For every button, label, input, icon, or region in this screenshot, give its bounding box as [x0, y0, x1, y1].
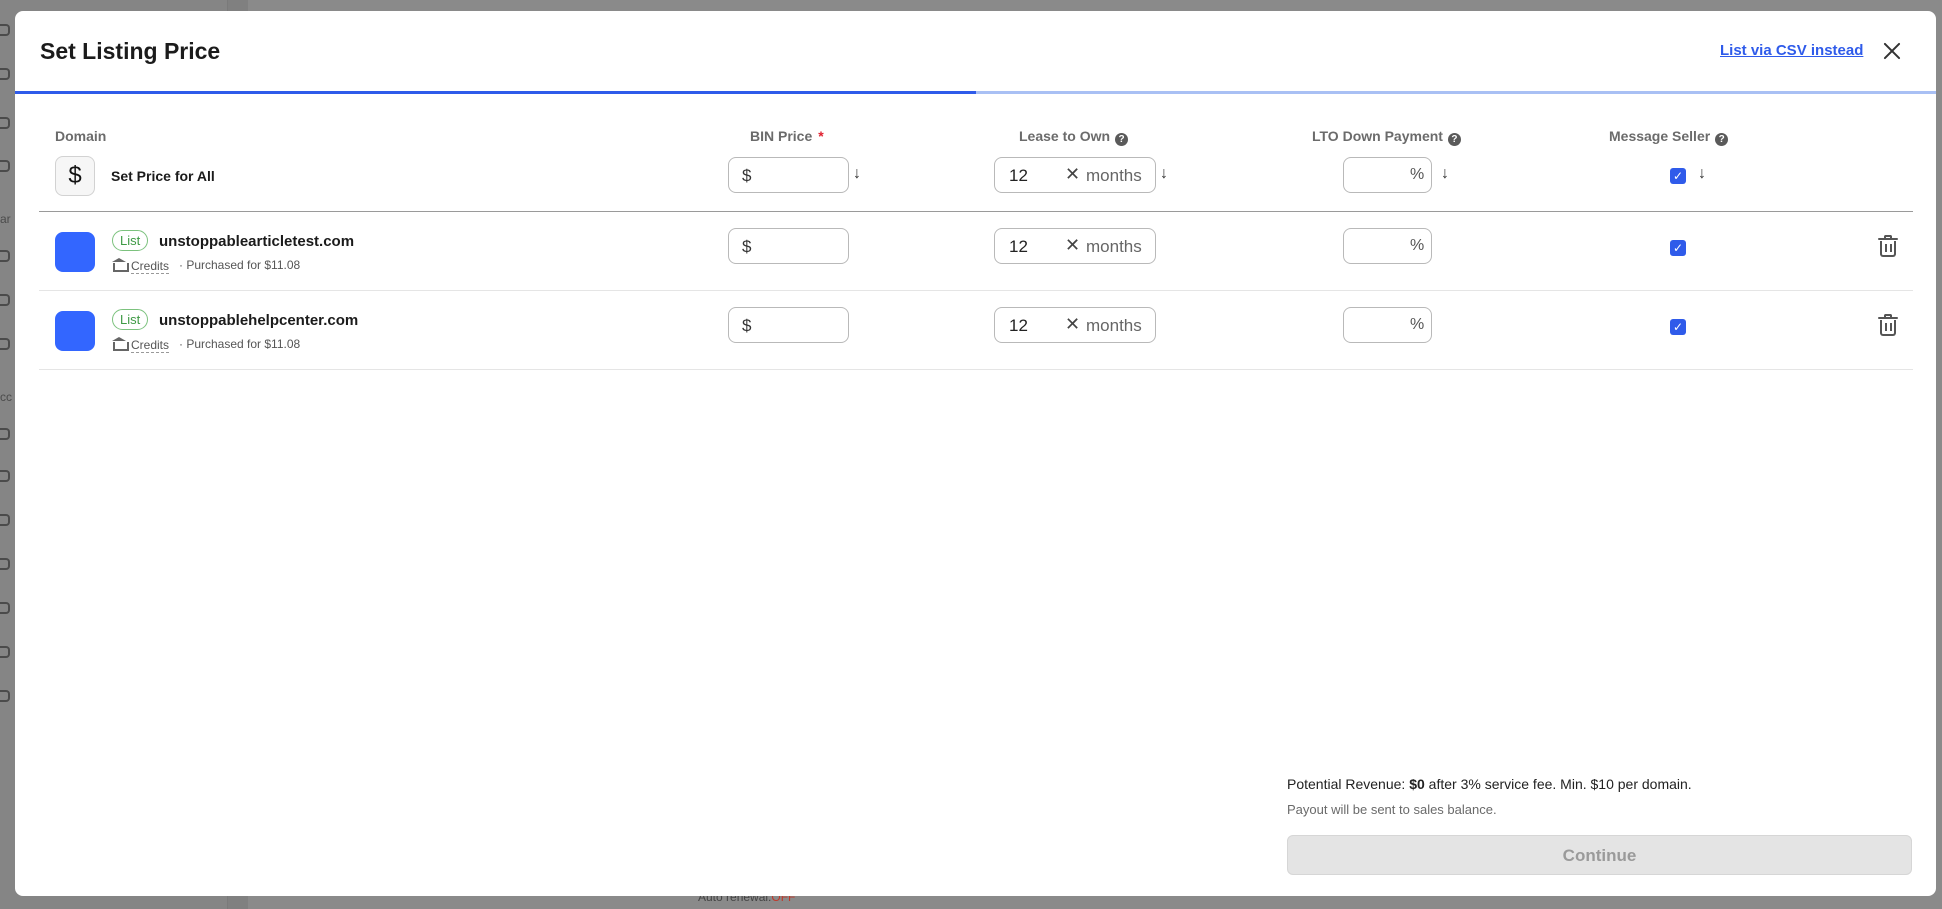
payment-method-label: Credits — [131, 259, 170, 274]
background-rail-text: cc — [0, 390, 12, 404]
down-payment-input[interactable]: % — [1343, 228, 1432, 264]
bank-icon — [112, 337, 129, 351]
background-rail-text: ar — [0, 212, 11, 226]
background-rail-icon — [0, 24, 10, 36]
trash-icon[interactable] — [1878, 235, 1898, 257]
row-divider — [39, 369, 1913, 370]
background-rail-icon — [0, 117, 10, 129]
apply-lto-to-all-arrow-icon[interactable]: ↓ — [1160, 165, 1168, 183]
percent-sign: % — [1410, 166, 1425, 183]
message-seller-checkbox[interactable]: ✓ — [1670, 240, 1686, 256]
help-icon[interactable]: ? — [1115, 133, 1129, 146]
lto-unit-label: months — [1086, 316, 1142, 335]
clear-icon[interactable]: ✕ — [1065, 235, 1080, 256]
purchased-price-label: · Purchased for $11.08 — [179, 337, 301, 351]
bin-price-input[interactable]: $ — [728, 307, 849, 343]
column-header-bin-price: BIN Price * — [750, 128, 824, 144]
down-payment-input[interactable]: % — [1343, 307, 1432, 343]
column-header-lto-down-payment: LTO Down Payment? — [1312, 128, 1461, 146]
close-icon[interactable] — [1879, 38, 1905, 64]
percent-sign: % — [1410, 316, 1425, 333]
message-seller-checkbox[interactable]: ✓ — [1670, 319, 1686, 335]
column-header-lease-to-own-label: Lease to Own — [1019, 128, 1111, 144]
apply-message-seller-to-all-arrow-icon[interactable]: ↓ — [1698, 165, 1706, 183]
background-rail-icon — [0, 160, 10, 172]
background-rail-icon — [0, 646, 10, 658]
lto-unit-label: months — [1086, 237, 1142, 256]
background-rail-icon — [0, 602, 10, 614]
trash-icon[interactable] — [1878, 314, 1898, 336]
payout-note: Payout will be sent to sales balance. — [1287, 802, 1497, 817]
background-rail-icon — [0, 294, 10, 306]
background-rail-icon — [0, 690, 10, 702]
revenue-label: Potential Revenue: — [1287, 776, 1406, 792]
revenue-suffix: after 3% service fee. Min. $10 per domai… — [1428, 776, 1692, 792]
progress-fill — [15, 91, 976, 94]
payment-method-label: Credits — [131, 338, 170, 353]
column-header-domain-label: Domain — [55, 128, 107, 144]
apply-down-payment-to-all-arrow-icon[interactable]: ↓ — [1441, 165, 1449, 183]
set-all-lto-input[interactable]: 12 ✕ months — [994, 157, 1156, 193]
domain-name: unstoppablehelpcenter.com — [159, 312, 359, 329]
set-listing-price-modal: Set Listing Price List via CSV instead D… — [15, 11, 1936, 896]
lto-months-value[interactable]: 12 — [1009, 316, 1028, 336]
bin-price-input[interactable]: $ — [728, 228, 849, 264]
background-rail-icon — [0, 514, 10, 526]
row-divider — [39, 211, 1913, 212]
background-rail-icon — [0, 68, 10, 80]
progress-track — [15, 91, 1936, 94]
dollar-icon: $ — [55, 156, 95, 196]
lto-unit-label: months — [1086, 166, 1142, 185]
background-rail-icon — [0, 428, 10, 440]
set-all-message-seller-checkbox[interactable]: ✓ — [1670, 168, 1686, 184]
background-rail-icon — [0, 558, 10, 570]
domain-avatar — [55, 311, 95, 351]
column-header-bin-price-label: BIN Price — [750, 128, 813, 144]
continue-button[interactable]: Continue — [1287, 835, 1912, 875]
row-divider — [39, 290, 1913, 291]
domain-avatar — [55, 232, 95, 272]
lto-months-value[interactable]: 12 — [1009, 237, 1028, 257]
clear-icon[interactable]: ✕ — [1065, 314, 1080, 335]
clear-icon[interactable]: ✕ — [1065, 164, 1080, 185]
list-via-csv-link[interactable]: List via CSV instead — [1720, 42, 1863, 59]
domain-name: unstoppablearticletest.com — [159, 233, 355, 250]
list-badge[interactable]: List — [112, 309, 149, 330]
modal-header: Set Listing Price List via CSV instead — [15, 11, 1936, 94]
help-icon[interactable]: ? — [1447, 133, 1461, 146]
column-header-message-seller: Message Seller? — [1609, 128, 1729, 146]
set-all-price-input[interactable]: $ — [728, 157, 849, 193]
lto-months-value[interactable]: 12 — [1009, 166, 1028, 186]
column-header-message-seller-label: Message Seller — [1609, 128, 1711, 144]
background-rail-icon — [0, 250, 10, 262]
modal-title: Set Listing Price — [40, 38, 221, 64]
purchased-price-label: · Purchased for $11.08 — [179, 258, 301, 272]
background-rail-icon — [0, 470, 10, 482]
column-header-lease-to-own: Lease to Own? — [1019, 128, 1129, 146]
currency-symbol: $ — [742, 237, 752, 256]
potential-revenue-text: Potential Revenue: $0 after 3% service f… — [1287, 776, 1692, 792]
help-icon[interactable]: ? — [1715, 133, 1729, 146]
currency-symbol: $ — [742, 316, 752, 335]
required-mark: * — [818, 128, 824, 144]
lto-months-input[interactable]: 12 ✕ months — [994, 307, 1156, 343]
set-price-for-all-label: Set Price for All — [111, 168, 215, 184]
list-badge[interactable]: List — [112, 230, 149, 251]
revenue-value: $0 — [1409, 776, 1425, 792]
background-rail-icon — [0, 338, 10, 350]
apply-price-to-all-arrow-icon[interactable]: ↓ — [853, 165, 861, 183]
currency-symbol: $ — [742, 166, 752, 185]
bank-icon — [112, 258, 129, 272]
lto-months-input[interactable]: 12 ✕ months — [994, 228, 1156, 264]
column-header-domain: Domain — [55, 128, 106, 144]
column-header-lto-down-payment-label: LTO Down Payment — [1312, 128, 1443, 144]
percent-sign: % — [1410, 237, 1425, 254]
set-all-down-payment-input[interactable]: % — [1343, 157, 1432, 193]
